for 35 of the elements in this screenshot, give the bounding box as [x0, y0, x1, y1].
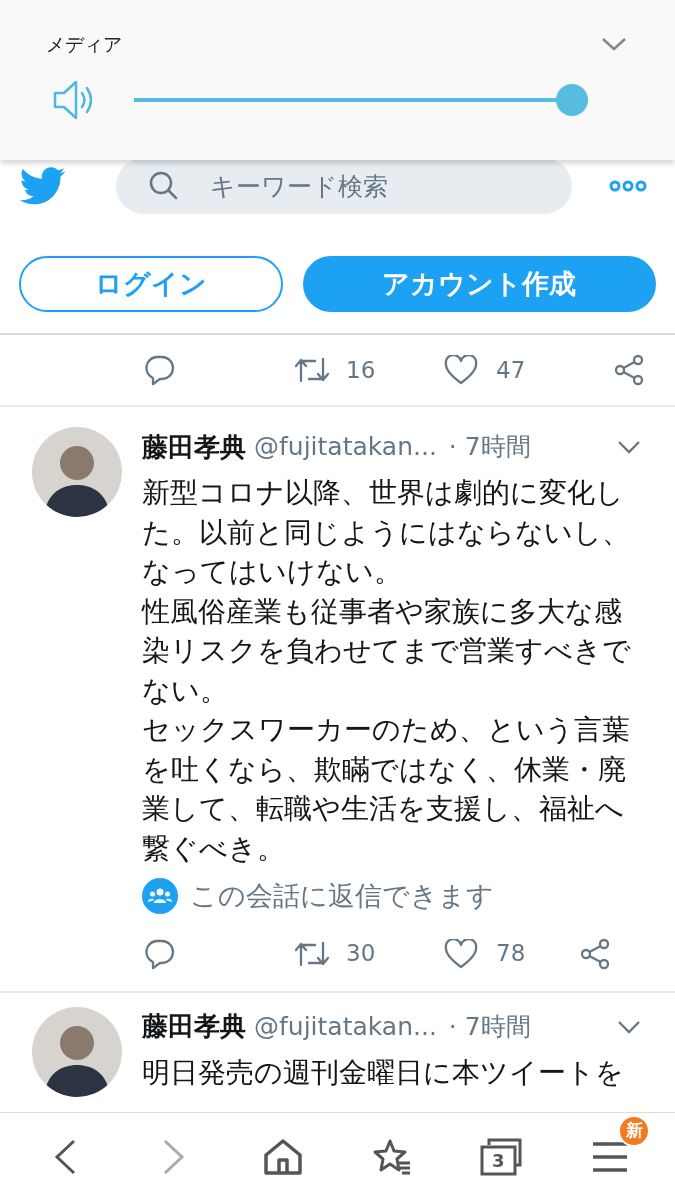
tweet-text: 性風俗産業も従事者や家族に多大な感染リスクを負わせてまで営業すべきでない。	[142, 593, 632, 708]
share-icon[interactable]	[579, 937, 611, 970]
login-button[interactable]: ログイン	[19, 256, 283, 312]
panel-title: メディア	[46, 32, 122, 57]
retweet-icon[interactable]	[294, 355, 330, 385]
bird-logo-icon[interactable]	[20, 167, 66, 205]
like-count: 47	[496, 355, 526, 385]
signup-button[interactable]: アカウント作成	[302, 256, 656, 312]
reply-icon[interactable]	[142, 354, 176, 386]
author-name: 藤田孝典	[142, 430, 246, 464]
author-handle: @fujitatakan...	[254, 1010, 437, 1043]
more-icon[interactable]	[609, 180, 647, 192]
retweet-count: 16	[346, 355, 376, 385]
share-icon[interactable]	[613, 354, 645, 386]
search-icon	[148, 170, 180, 202]
tweet-time: · 7時間	[448, 431, 531, 464]
chevron-down-icon[interactable]	[601, 36, 627, 53]
tweet-text: 明日発売の週刊金曜日に本ツイートを	[142, 1054, 625, 1090]
tabs-button[interactable]: 3	[471, 1126, 532, 1187]
chevron-down-icon[interactable]	[617, 1019, 641, 1034]
chevron-down-icon[interactable]	[617, 440, 641, 454]
tweet-text: セックスワーカーのため、という言葉を吐くなら、欺瞞ではなく、休業・廃業して、転職や生活を支援し、福祉へ繋ぐべき。	[142, 712, 631, 866]
reply-icon[interactable]	[142, 937, 176, 970]
reply-permission-note: この会話に返信できます	[190, 879, 494, 913]
new-badge: 新	[618, 1114, 651, 1147]
people-icon	[142, 878, 178, 915]
author-name: 藤田孝典	[142, 1010, 246, 1043]
like-icon[interactable]	[444, 938, 478, 969]
author-handle: @fujitatakan...	[254, 431, 437, 464]
tweet-time: · 7時間	[448, 1010, 531, 1043]
search-field[interactable]: キーワード検索	[116, 158, 572, 214]
like-icon[interactable]	[444, 355, 478, 385]
like-count: 78	[496, 939, 526, 969]
retweet-count: 30	[346, 939, 376, 969]
tweet-text: 新型コロナ以降、世界は劇的に変化した。以前と同じようにはならないし、なってはいけない。	[142, 475, 631, 589]
